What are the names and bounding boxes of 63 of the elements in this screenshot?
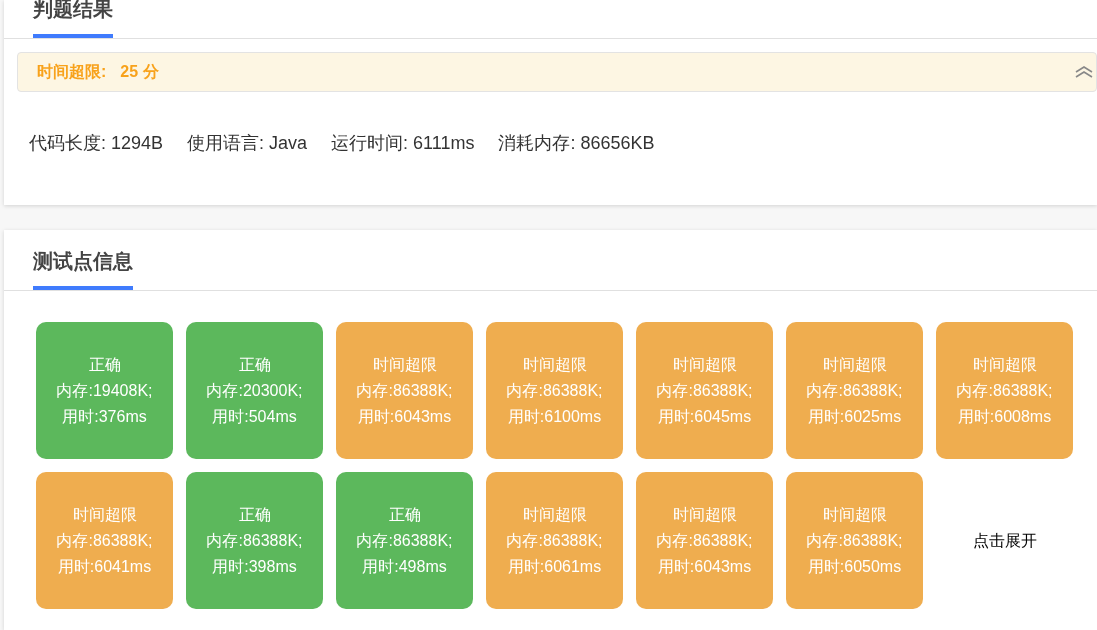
testcase-time: 用时:6043ms xyxy=(357,406,452,427)
testcase-tile[interactable]: 时间超限 内存:86388K; 用时:6061ms xyxy=(486,472,623,609)
section-tab[interactable]: 判题结果 xyxy=(33,0,113,38)
testcase-memory: 内存:86388K; xyxy=(656,380,753,401)
stat-text: 使用语言: Java xyxy=(187,132,308,155)
testcase-memory: 内存:86388K; xyxy=(806,380,903,401)
testcase-time: 用时:504ms xyxy=(212,406,297,427)
testcase-time: 用时:6050ms xyxy=(807,556,902,577)
testcase-tile[interactable]: 正确 内存:20300K; 用时:504ms xyxy=(186,322,323,459)
testcase-tile[interactable]: 时间超限 内存:86388K; 用时:6050ms xyxy=(786,472,923,609)
section-tab[interactable]: 测试点信息 xyxy=(33,246,133,290)
testcase-time: 用时:6045ms xyxy=(657,406,752,427)
testcase-time: 用时:498ms xyxy=(362,556,447,577)
testcase-status: 正确 xyxy=(238,354,271,375)
testcase-status: 时间超限 xyxy=(822,504,887,525)
testcase-memory: 内存:86388K; xyxy=(56,530,153,551)
testcase-time: 用时:376ms xyxy=(62,406,147,427)
testcase-tile[interactable]: 正确 内存:86388K; 用时:398ms xyxy=(186,472,323,609)
testcase-status: 时间超限 xyxy=(522,504,587,525)
testcase-status: 时间超限 xyxy=(972,354,1037,375)
stat-text: 运行时间: 6111ms xyxy=(331,132,475,155)
testcase-status: 正确 xyxy=(88,354,121,375)
testcase-time: 用时:398ms xyxy=(212,556,297,577)
stat-text: 代码长度: 1294B xyxy=(29,132,164,155)
testcase-memory: 内存:19408K; xyxy=(56,380,153,401)
verdict-label: 时间超限: xyxy=(37,62,107,82)
score: 25 分 xyxy=(120,62,159,82)
testcase-status: 正确 xyxy=(238,504,271,525)
testcase-memory: 内存:86388K; xyxy=(356,530,453,551)
testcase-memory: 内存:86388K; xyxy=(206,530,303,551)
testcase-status: 时间超限 xyxy=(372,354,437,375)
testcase-tile[interactable]: 时间超限 内存:86388K; 用时:6100ms xyxy=(486,322,623,459)
collapse-icon[interactable] xyxy=(1075,66,1093,78)
testcase-memory: 内存:86388K; xyxy=(806,530,903,551)
testcase-status: 时间超限 xyxy=(72,504,137,525)
verdict-bar[interactable]: 时间超限: 25 分 xyxy=(17,52,1097,92)
testcase-memory: 内存:86388K; xyxy=(956,380,1053,401)
testcase-memory: 内存:86388K; xyxy=(656,530,753,551)
testcase-memory: 内存:86388K; xyxy=(506,380,603,401)
testcase-status: 时间超限 xyxy=(822,354,887,375)
testcase-memory: 内存:86388K; xyxy=(506,530,603,551)
testcase-tile[interactable]: 时间超限 内存:86388K; 用时:6008ms xyxy=(936,322,1073,459)
testcase-time: 用时:6025ms xyxy=(807,406,902,427)
testcase-time: 用时:6043ms xyxy=(657,556,752,577)
testcase-tile[interactable]: 时间超限 内存:86388K; 用时:6041ms xyxy=(36,472,173,609)
testcase-tile[interactable]: 正确 内存:19408K; 用时:376ms xyxy=(36,322,173,459)
testcase-status: 正确 xyxy=(388,504,421,525)
testcase-time: 用时:6008ms xyxy=(957,406,1052,427)
testcase-time: 用时:6100ms xyxy=(507,406,602,427)
testcase-status: 时间超限 xyxy=(522,354,587,375)
testcase-tile[interactable]: 正确 内存:86388K; 用时:498ms xyxy=(336,472,473,609)
stat-text: 消耗内存: 86656KB xyxy=(498,132,655,155)
testcase-memory: 内存:20300K; xyxy=(206,380,303,401)
testcase-tile[interactable]: 时间超限 内存:86388K; 用时:6025ms xyxy=(786,322,923,459)
testcase-time: 用时:6061ms xyxy=(507,556,602,577)
testcase-tile[interactable]: 时间超限 内存:86388K; 用时:6043ms xyxy=(336,322,473,459)
testcase-tile[interactable]: 时间超限 内存:86388K; 用时:6043ms xyxy=(636,472,773,609)
testcase-tile[interactable]: 时间超限 内存:86388K; 用时:6045ms xyxy=(636,322,773,459)
testcase-memory: 内存:86388K; xyxy=(356,380,453,401)
expand-link[interactable]: 点击展开 xyxy=(972,528,1037,553)
testcase-status: 时间超限 xyxy=(672,504,737,525)
testcase-time: 用时:6041ms xyxy=(57,556,152,577)
testcase-status: 时间超限 xyxy=(672,354,737,375)
